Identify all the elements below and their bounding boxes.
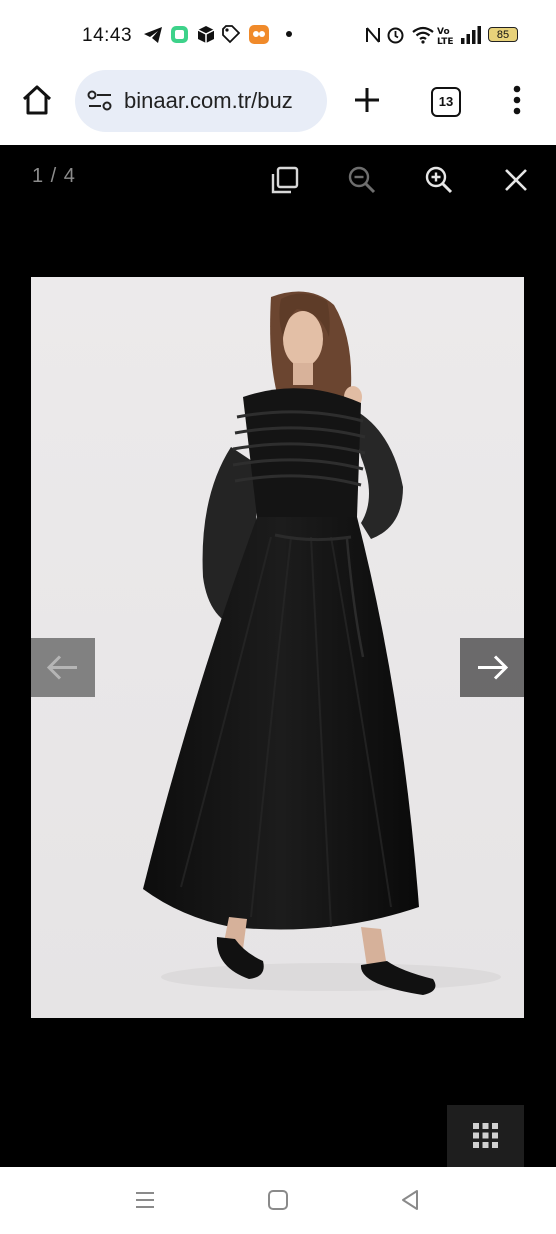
recent-apps-icon[interactable] bbox=[134, 1190, 156, 1210]
svg-text:LTE: LTE bbox=[437, 37, 454, 45]
box-icon bbox=[197, 26, 215, 43]
dot-icon bbox=[286, 31, 292, 37]
zoom-out-icon[interactable] bbox=[347, 165, 377, 195]
home-icon[interactable] bbox=[20, 84, 54, 116]
more-icon[interactable] bbox=[511, 84, 523, 116]
thumbnails-button[interactable] bbox=[447, 1105, 524, 1167]
grid-icon bbox=[473, 1123, 498, 1148]
nfc-icon bbox=[366, 27, 380, 43]
image-viewer: 1 / 4 bbox=[0, 145, 556, 1167]
image-counter: 1 / 4 bbox=[32, 165, 76, 187]
site-settings-icon[interactable] bbox=[87, 89, 113, 113]
battery-icon: 85 bbox=[488, 27, 518, 42]
new-tab-icon[interactable] bbox=[353, 86, 381, 114]
wifi-icon bbox=[412, 26, 434, 44]
clock: 14:43 bbox=[82, 25, 133, 46]
volte-icon: VoLTE bbox=[437, 27, 454, 45]
previous-image-button[interactable] bbox=[31, 638, 95, 697]
svg-text:Vo: Vo bbox=[437, 27, 450, 37]
back-icon[interactable] bbox=[400, 1189, 420, 1211]
next-image-button[interactable] bbox=[460, 638, 524, 697]
alarm-icon bbox=[387, 27, 404, 44]
signal-icon bbox=[461, 26, 481, 44]
browser-toolbar: binaar.com.tr/buz 13 bbox=[0, 70, 556, 146]
product-image bbox=[31, 277, 524, 1018]
home-button-icon[interactable] bbox=[267, 1189, 289, 1211]
tabs-icon[interactable]: 13 bbox=[431, 87, 461, 117]
game-icon bbox=[249, 25, 269, 44]
status-bar: 14:43 Vo LTE 85 bbox=[0, 0, 556, 70]
close-icon[interactable] bbox=[504, 168, 528, 192]
arrow-right-icon bbox=[478, 655, 509, 680]
dress-photo bbox=[31, 277, 524, 1018]
telegram-icon bbox=[144, 27, 162, 43]
url-text[interactable]: binaar.com.tr/buz bbox=[124, 88, 318, 114]
tag-icon bbox=[222, 25, 240, 44]
app-icon bbox=[171, 26, 188, 43]
fullscreen-icon[interactable] bbox=[271, 166, 299, 194]
zoom-in-icon[interactable] bbox=[424, 165, 454, 195]
arrow-left-icon bbox=[46, 655, 77, 680]
system-navigation-bar bbox=[0, 1167, 556, 1234]
